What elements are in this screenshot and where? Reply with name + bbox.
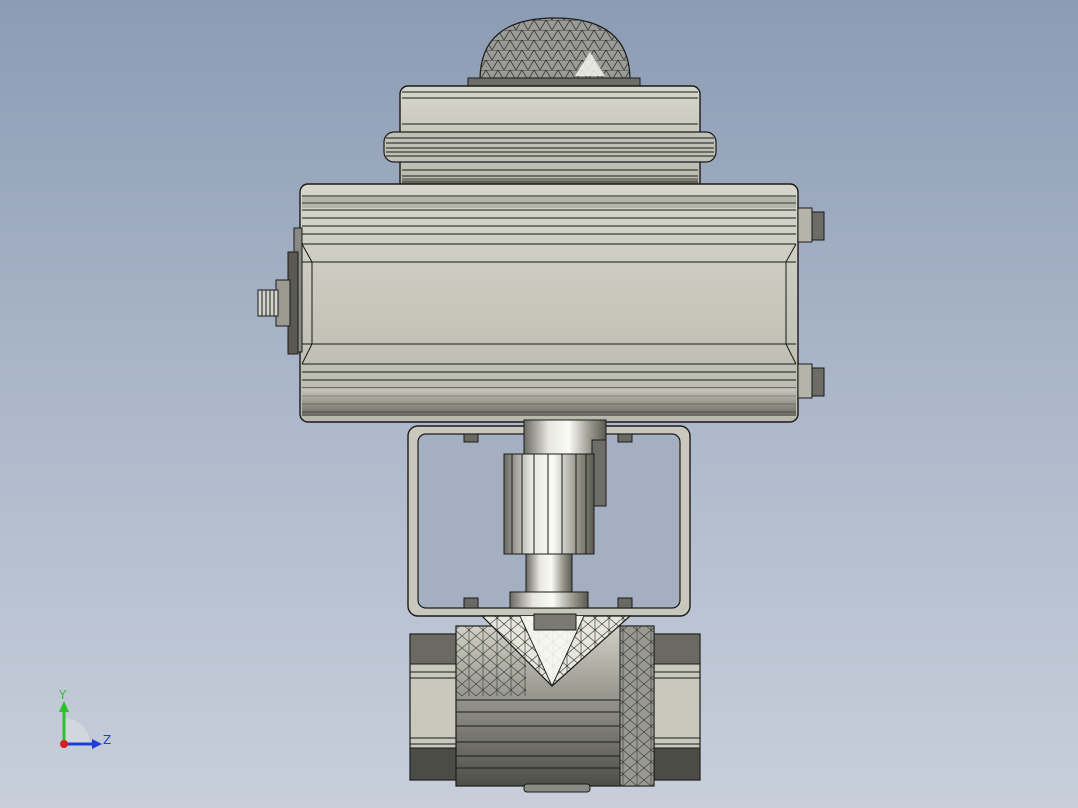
x-axis-point bbox=[60, 740, 68, 748]
coordinate-triad: Y Z bbox=[58, 688, 111, 749]
triad-quadrant bbox=[64, 718, 90, 744]
z-axis-arrow bbox=[92, 739, 102, 749]
manual-override-knob bbox=[257, 227, 303, 355]
y-axis-label: Y bbox=[58, 688, 67, 702]
indicator-dome bbox=[467, 17, 641, 87]
z-axis-label: Z bbox=[103, 733, 111, 747]
actuator-body bbox=[299, 183, 799, 423]
valve-body bbox=[409, 613, 701, 793]
top-cover bbox=[383, 85, 717, 191]
side-bolts bbox=[797, 207, 825, 399]
y-axis-arrow bbox=[59, 701, 69, 712]
valve-actuator-model[interactable]: Y Z bbox=[0, 0, 1078, 808]
cad-viewport[interactable]: Y Z bbox=[0, 0, 1078, 808]
